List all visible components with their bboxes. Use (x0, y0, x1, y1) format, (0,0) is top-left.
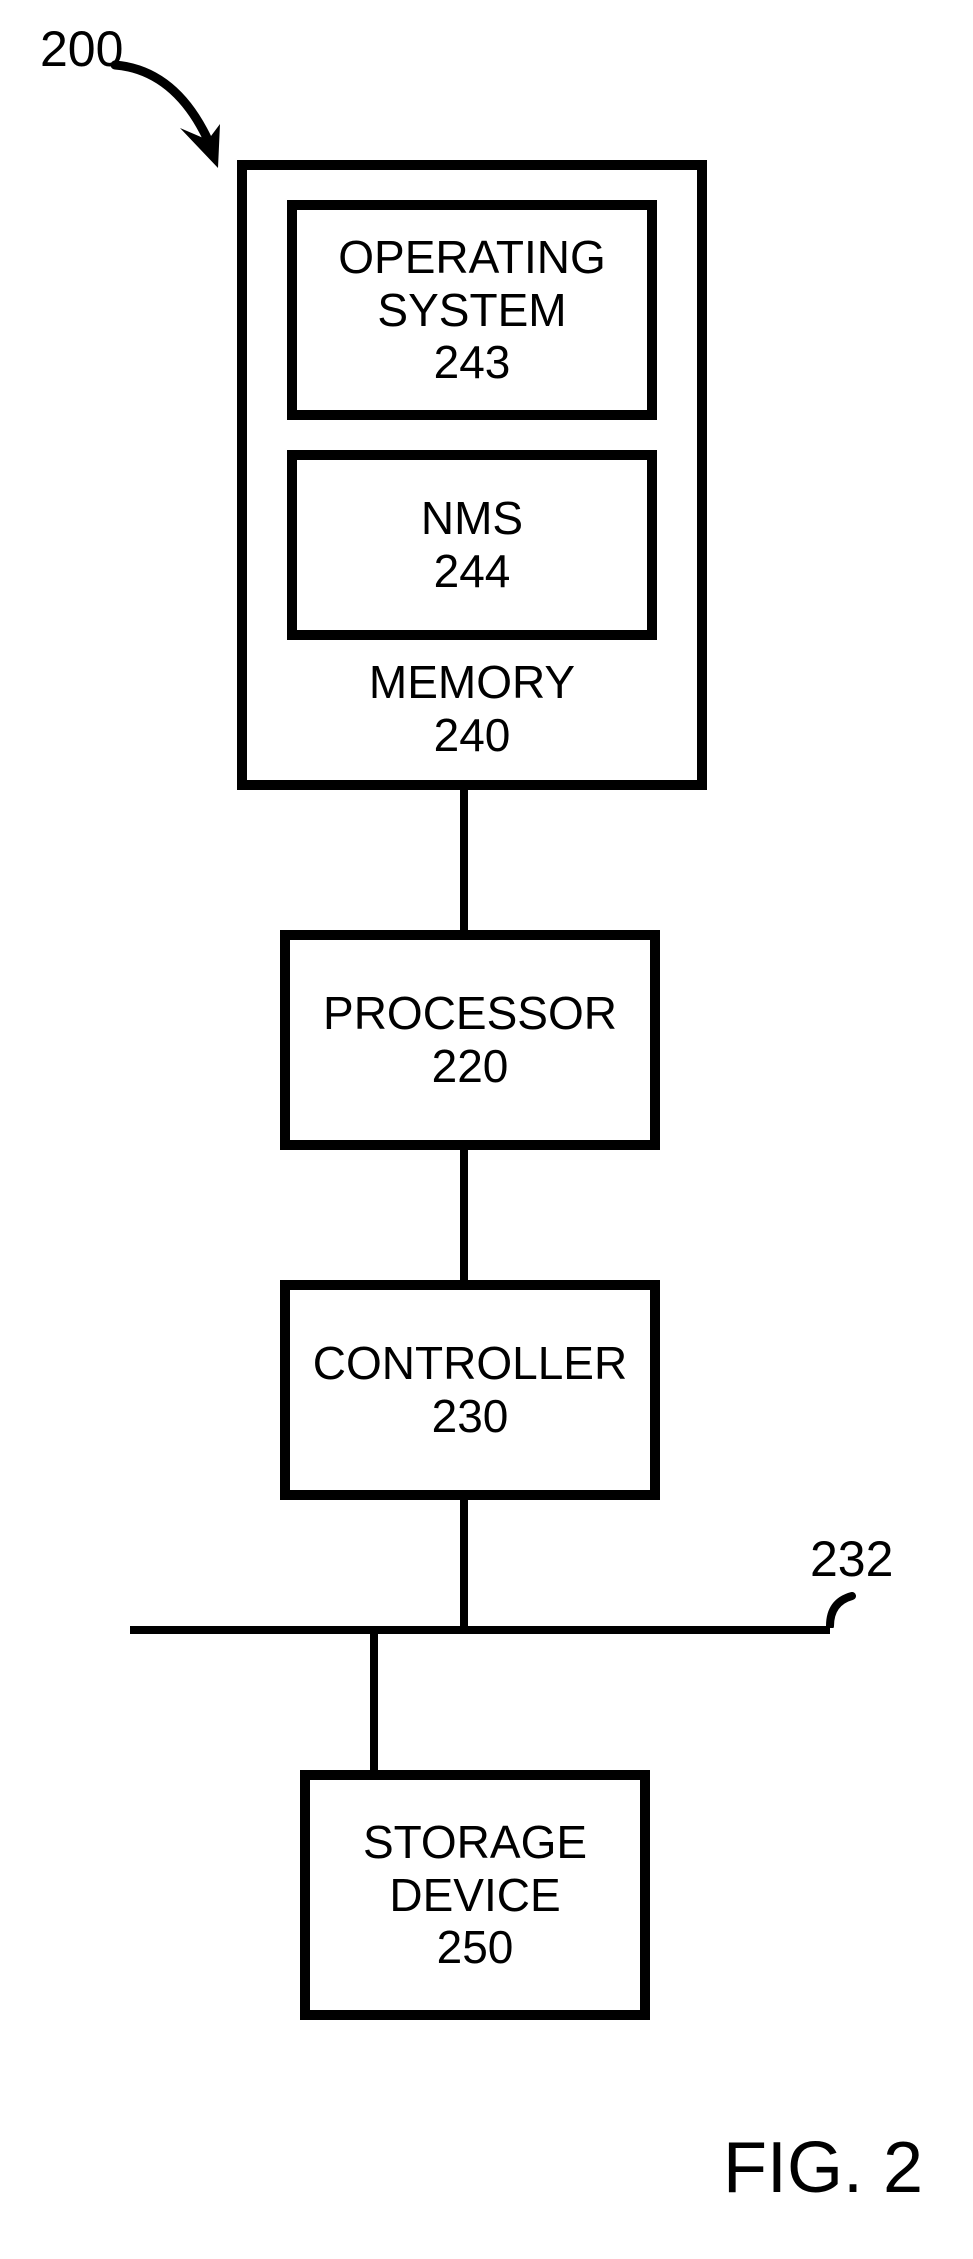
os-label-line2: SYSTEM (377, 284, 566, 337)
controller-label: CONTROLLER (313, 1337, 627, 1390)
figure-caption: FIG. 2 (723, 2127, 923, 2209)
nms-block: NMS 244 (287, 450, 657, 640)
controller-ref-number: 230 (432, 1390, 509, 1443)
connector-bus-storage (370, 1634, 378, 1770)
connector-processor-controller (460, 1150, 468, 1280)
memory-ref-number: 240 (247, 709, 697, 762)
nms-label: NMS (421, 492, 523, 545)
storage-label-line1: STORAGE (363, 1816, 587, 1869)
memory-label: MEMORY (247, 656, 697, 709)
overall-ref-arrow (80, 50, 250, 190)
storage-label-line2: DEVICE (389, 1869, 560, 1922)
processor-label: PROCESSOR (323, 987, 617, 1040)
storage-device-block: STORAGE DEVICE 250 (300, 1770, 650, 2020)
os-label-line1: OPERATING (338, 231, 606, 284)
nms-ref-number: 244 (434, 545, 511, 598)
bus-tick-icon (826, 1592, 856, 1628)
os-ref-number: 243 (434, 336, 511, 389)
connector-controller-bus (460, 1500, 468, 1626)
controller-block: CONTROLLER 230 (280, 1280, 660, 1500)
storage-ref-number: 250 (437, 1921, 514, 1974)
processor-ref-number: 220 (432, 1040, 509, 1093)
memory-label-group: MEMORY 240 (247, 656, 697, 762)
bus-line (130, 1626, 830, 1634)
processor-block: PROCESSOR 220 (280, 930, 660, 1150)
operating-system-block: OPERATING SYSTEM 243 (287, 200, 657, 420)
memory-block: OPERATING SYSTEM 243 NMS 244 MEMORY 240 (237, 160, 707, 790)
bus-ref-number: 232 (810, 1530, 893, 1588)
connector-memory-processor (460, 790, 468, 930)
